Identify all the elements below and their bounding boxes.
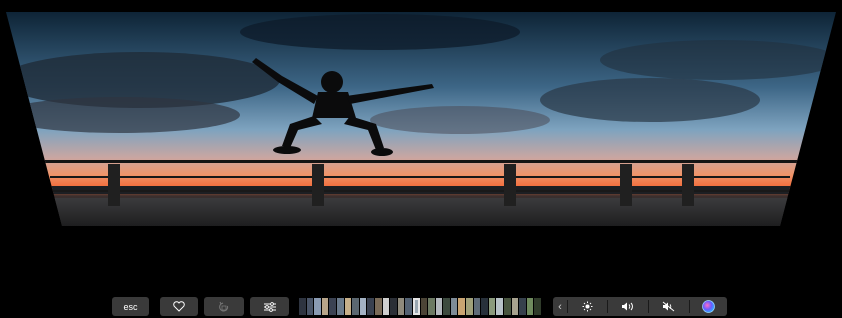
filmstrip-thumbnail[interactable]	[352, 298, 359, 315]
filmstrip-thumbnail[interactable]	[443, 298, 450, 315]
volume-icon	[621, 302, 633, 311]
filmstrip-thumbnail[interactable]	[496, 298, 504, 315]
favorite-button[interactable]	[160, 297, 198, 316]
heart-icon	[173, 301, 185, 312]
filmstrip-thumbnail[interactable]	[397, 298, 405, 315]
filmstrip-thumbnail[interactable]	[420, 298, 428, 315]
touch-bar: esc ‹	[110, 297, 730, 317]
filmstrip-thumbnail-selected[interactable]	[412, 298, 420, 315]
filmstrip-thumbnail[interactable]	[526, 298, 534, 315]
filmstrip-thumbnail[interactable]	[321, 298, 329, 315]
brightness-icon	[582, 301, 592, 312]
filmstrip-thumbnail[interactable]	[405, 298, 412, 315]
filmstrip-thumbnail[interactable]	[466, 298, 473, 315]
mute-icon	[662, 301, 674, 312]
photo-filmstrip[interactable]	[299, 298, 542, 315]
rotate-icon	[219, 301, 229, 311]
filmstrip-thumbnail[interactable]	[428, 298, 435, 315]
mute-button[interactable]	[648, 297, 689, 316]
filmstrip-thumbnail[interactable]	[511, 298, 519, 315]
control-strip: ‹	[553, 297, 727, 316]
laptop-screen	[0, 0, 842, 232]
filmstrip-thumbnail[interactable]	[344, 298, 352, 315]
volume-button[interactable]	[607, 297, 648, 316]
filmstrip-thumbnail[interactable]	[450, 298, 458, 315]
chevron-left-icon: ‹	[558, 300, 562, 313]
filmstrip-thumbnail[interactable]	[534, 298, 541, 315]
siri-icon	[701, 300, 715, 313]
filmstrip-thumbnail[interactable]	[299, 298, 306, 315]
filmstrip-thumbnail[interactable]	[473, 298, 481, 315]
filmstrip-thumbnail[interactable]	[435, 298, 443, 315]
adjust-button[interactable]	[250, 297, 289, 316]
filmstrip-thumbnail[interactable]	[390, 298, 397, 315]
filmstrip-thumbnail[interactable]	[367, 298, 374, 315]
esc-key[interactable]: esc	[112, 297, 149, 316]
filmstrip-thumbnail[interactable]	[458, 298, 466, 315]
filmstrip-thumbnail[interactable]	[488, 298, 496, 315]
collapse-control-strip-button[interactable]: ‹	[553, 297, 567, 316]
sliders-icon	[263, 301, 276, 312]
filmstrip-thumbnail[interactable]	[374, 298, 382, 315]
filmstrip-thumbnail[interactable]	[504, 298, 511, 315]
filmstrip-thumbnail[interactable]	[314, 298, 321, 315]
brightness-button[interactable]	[567, 297, 607, 316]
photo-viewer	[6, 12, 836, 226]
filmstrip-thumbnail[interactable]	[382, 298, 390, 315]
filmstrip-thumbnail[interactable]	[359, 298, 367, 315]
siri-button[interactable]	[689, 297, 727, 316]
filmstrip-thumbnail[interactable]	[306, 298, 314, 315]
filmstrip-thumbnail[interactable]	[519, 298, 526, 315]
filmstrip-thumbnail[interactable]	[336, 298, 344, 315]
filmstrip-thumbnail[interactable]	[481, 298, 488, 315]
filmstrip-thumbnail[interactable]	[329, 298, 336, 315]
rotate-button[interactable]	[204, 297, 244, 316]
